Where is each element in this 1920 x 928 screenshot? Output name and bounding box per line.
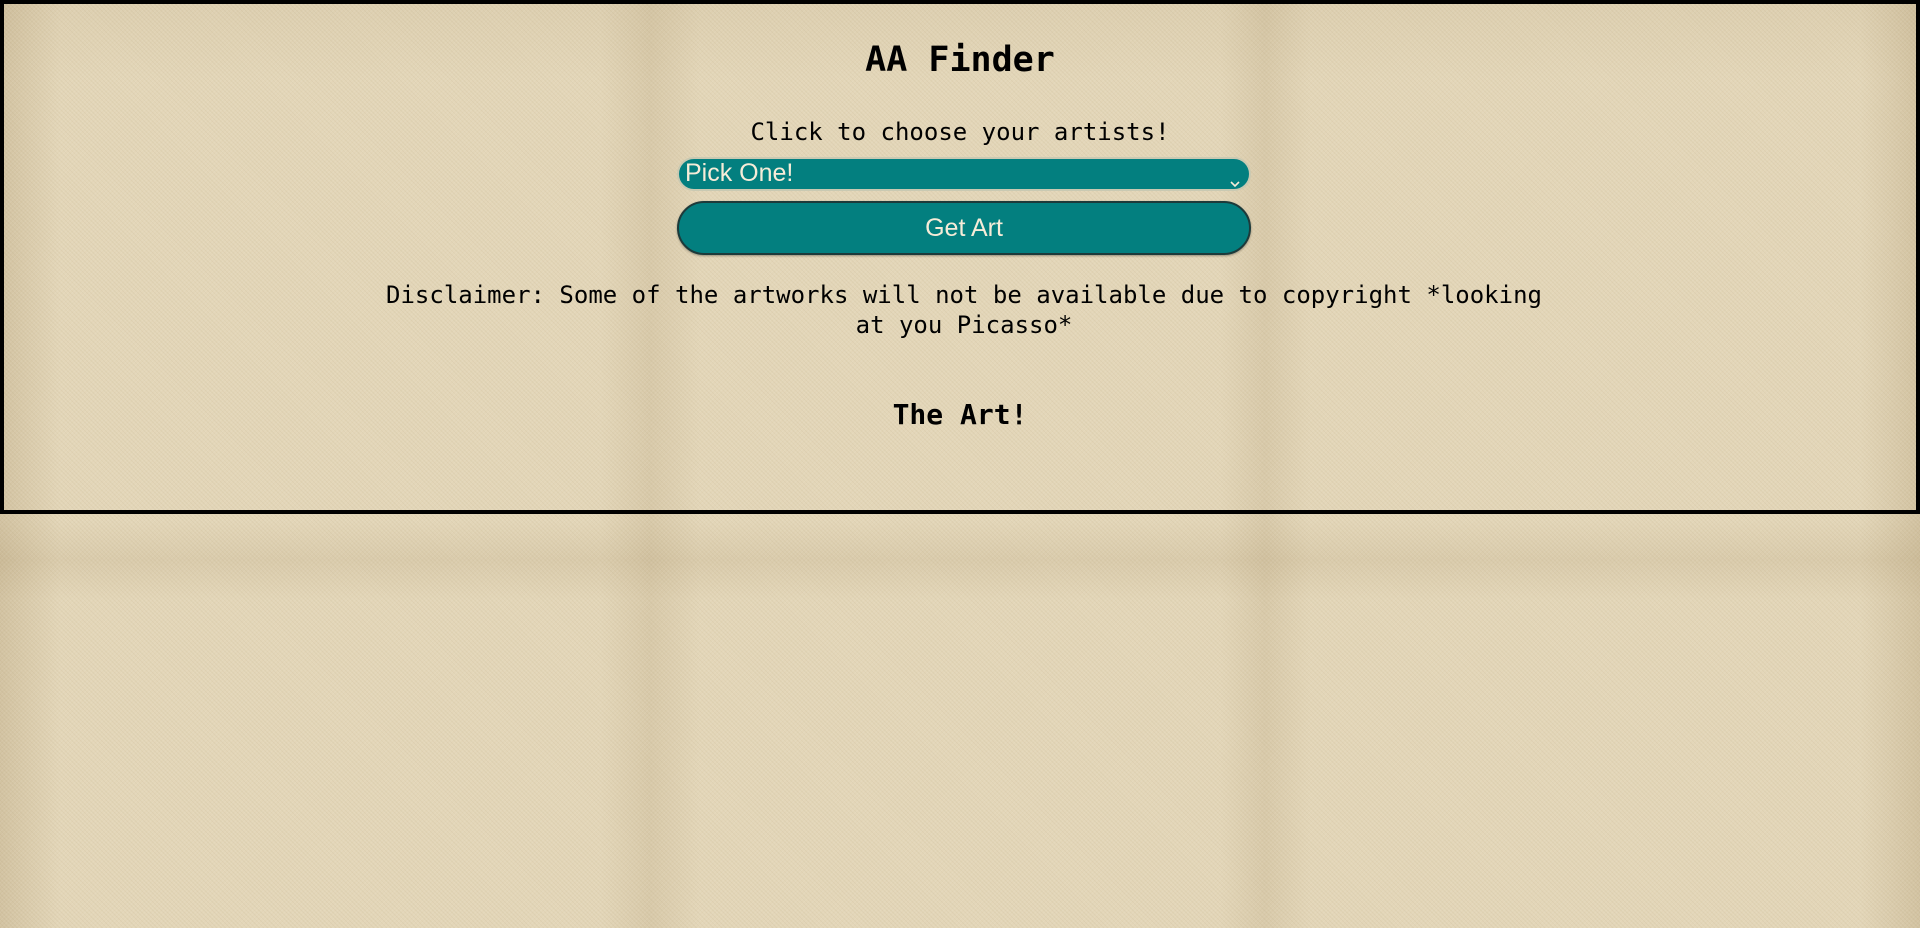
main-panel: AA Finder Click to choose your artists! … (0, 0, 1920, 514)
artist-select-value: Pick One! (685, 159, 794, 187)
artist-select[interactable]: Pick One! (677, 157, 1251, 191)
get-art-button[interactable]: Get Art (677, 201, 1251, 255)
art-heading: The Art! (892, 398, 1028, 431)
choose-artist-label: Click to choose your artists! (750, 118, 1170, 146)
chevron-down-icon (1229, 168, 1241, 188)
disclaimer-text: Disclaimer: Some of the artworks will no… (386, 281, 1542, 339)
page-title: AA Finder (865, 40, 1055, 80)
